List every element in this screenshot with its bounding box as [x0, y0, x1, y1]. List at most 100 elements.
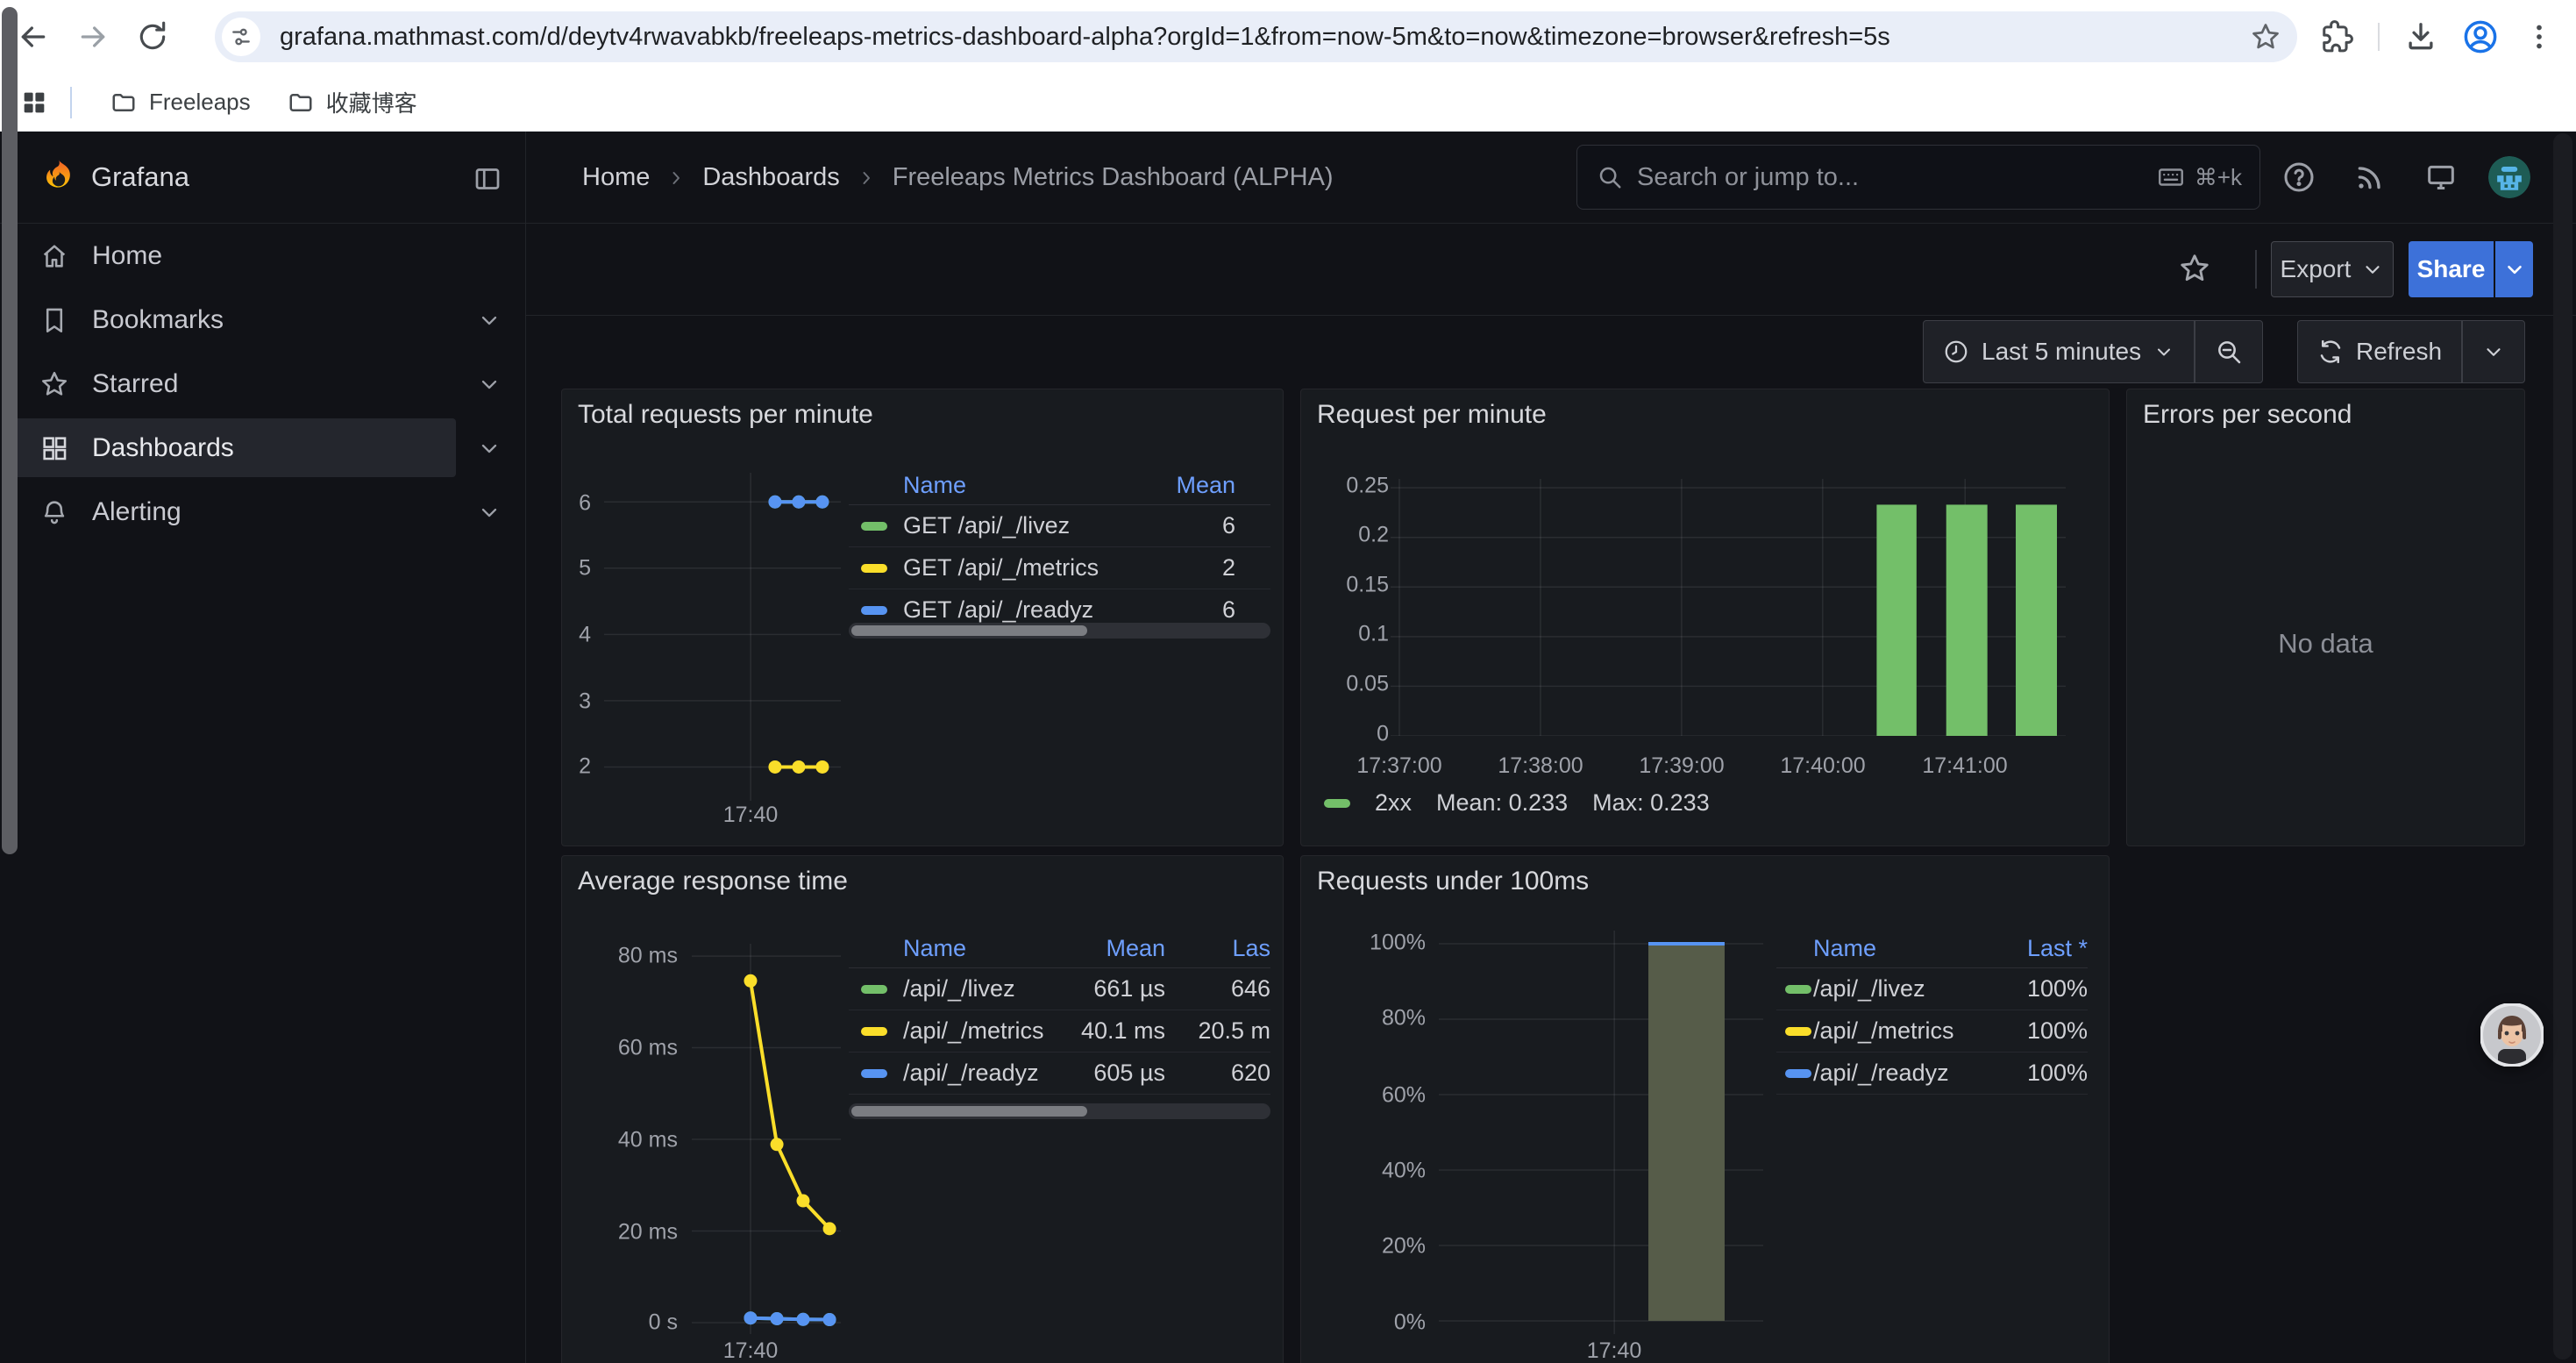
series-last: 646 — [1165, 975, 1270, 1003]
back-button[interactable] — [14, 18, 53, 56]
legend-scrollbar[interactable] — [849, 623, 1270, 639]
y-tick: 0.25 — [1301, 474, 1389, 499]
extensions-button[interactable] — [2320, 20, 2353, 54]
series-last: 100% — [1962, 1060, 2088, 1087]
legend-row[interactable]: /api/_/readyz 605 µs 620 — [849, 1053, 1270, 1095]
grafana-brand[interactable]: Grafana — [91, 161, 189, 193]
export-button[interactable]: Export — [2271, 241, 2394, 297]
panel-title[interactable]: Average response time — [578, 867, 848, 896]
dashboard-controls: Last 5 minutes Refresh — [526, 316, 2576, 389]
refresh-button[interactable]: Refresh — [2298, 321, 2461, 382]
col-mean[interactable]: Mean — [1113, 472, 1235, 499]
series-name[interactable]: /api/_/metrics — [889, 1017, 1073, 1045]
zoom-out-button[interactable] — [2195, 321, 2262, 382]
chevron-down-icon[interactable] — [477, 308, 502, 332]
chevron-down-icon[interactable] — [477, 500, 502, 525]
sidebar-item-bookmarks-button[interactable]: Bookmarks — [11, 290, 456, 349]
series-swatch — [861, 564, 887, 573]
series-name[interactable]: GET /api/_/livez — [889, 512, 1113, 539]
legend-table: Name Last * /api/_/livez 100% /api/_/met… — [1776, 930, 2088, 1095]
series-name[interactable]: /api/_/livez — [1813, 975, 1962, 1003]
share-button[interactable]: Share — [2409, 241, 2494, 297]
chevron-down-icon[interactable] — [477, 436, 502, 460]
site-settings-icon[interactable] — [222, 18, 260, 56]
legend-row[interactable]: /api/_/metrics 100% — [1776, 1010, 2088, 1053]
bookmark-folder-blogs[interactable]: 收藏博客 — [272, 82, 433, 124]
legend-row[interactable]: /api/_/livez 661 µs 646 — [849, 968, 1270, 1010]
share-menu-button[interactable] — [2495, 241, 2533, 297]
display-button[interactable] — [2423, 160, 2459, 195]
url-bar[interactable]: grafana.mathmast.com/d/deytv4rwavabkb/fr… — [215, 11, 2297, 62]
y-tick: 5 — [562, 556, 591, 582]
kebab-menu-icon — [2523, 21, 2555, 53]
search-input[interactable]: Search or jump to... ⌘+k — [1576, 145, 2260, 210]
legend-row[interactable]: /api/_/livez 100% — [1776, 968, 2088, 1010]
refresh-interval-button[interactable] — [2463, 321, 2524, 382]
browser-menu-button[interactable] — [2523, 21, 2555, 53]
grafana-header-left: Grafana — [0, 132, 526, 224]
y-tick: 0.05 — [1301, 672, 1389, 697]
breadcrumb-dashboards[interactable]: Dashboards — [702, 163, 839, 192]
dock-menu-button[interactable] — [472, 163, 503, 195]
floating-assistant-avatar[interactable] — [2480, 1003, 2544, 1067]
x-tick: 17:39:00 — [1639, 753, 1724, 779]
chevron-down-icon[interactable] — [477, 372, 502, 396]
profile-button[interactable] — [2462, 18, 2499, 55]
page-scrollbar — [2553, 133, 2572, 1359]
breadcrumb-home[interactable]: Home — [582, 163, 650, 192]
forward-button[interactable] — [74, 18, 112, 56]
col-name[interactable]: Name — [1813, 935, 1962, 962]
col-name[interactable]: Name — [889, 472, 1113, 499]
sidebar-item-home: Home — [0, 224, 525, 288]
panel-title[interactable]: Request per minute — [1317, 400, 1547, 430]
series-name[interactable]: /api/_/metrics — [1813, 1017, 1962, 1045]
series-name[interactable]: /api/_/livez — [889, 975, 1073, 1003]
legend-row[interactable]: /api/_/metrics 40.1 ms 20.5 m — [849, 1010, 1270, 1053]
series-name[interactable]: /api/_/readyz — [889, 1060, 1073, 1087]
panel-title[interactable]: Total requests per minute — [578, 400, 873, 430]
bookmark-folder-freeleaps[interactable]: Freeleaps — [95, 82, 267, 124]
legend-row[interactable]: GET /api/_/metrics 2 — [849, 547, 1270, 589]
sidebar-item-dashboards-button[interactable]: Dashboards — [11, 418, 456, 477]
legend-header: Name Mean — [849, 467, 1270, 505]
user-avatar[interactable] — [2488, 156, 2530, 198]
sidebar-item-home-button[interactable]: Home — [11, 226, 456, 285]
sidebar-item-alerting-button[interactable]: Alerting — [11, 482, 456, 541]
chevron-down-icon — [2482, 340, 2505, 363]
legend-row[interactable]: GET /api/_/livez 6 — [849, 505, 1270, 547]
reload-button[interactable] — [133, 18, 172, 56]
y-tick: 0.15 — [1301, 573, 1389, 598]
legend-row[interactable]: /api/_/readyz 100% — [1776, 1053, 2088, 1095]
panel-title[interactable]: Requests under 100ms — [1317, 867, 1589, 896]
back-icon — [16, 19, 51, 54]
sidebar-item-starred-button[interactable]: Starred — [11, 354, 456, 413]
apps-button[interactable] — [19, 88, 49, 118]
grafana-logo[interactable] — [39, 157, 79, 197]
bookmark-folder-label: 收藏博客 — [326, 86, 417, 118]
series-swatch — [1785, 1027, 1811, 1036]
time-range-label: Last 5 minutes — [1982, 338, 2141, 366]
profile-icon — [2462, 18, 2499, 55]
time-range-picker[interactable]: Last 5 minutes — [1924, 321, 2194, 382]
bookmark-star-button[interactable] — [2250, 21, 2281, 53]
col-last[interactable]: Last * — [1962, 935, 2088, 962]
legend-scrollbar[interactable] — [849, 1103, 1270, 1119]
col-mean[interactable]: Mean — [1073, 935, 1165, 962]
downloads-button[interactable] — [2404, 20, 2437, 54]
help-button[interactable] — [2281, 160, 2316, 195]
sidebar-item-dashboards: Dashboards — [0, 416, 525, 480]
series-name[interactable]: 2xx — [1375, 789, 1412, 817]
panel-total-requests-per-minute: Total requests per minute 6 5 4 3 2 17:4… — [561, 389, 1284, 846]
panel-title[interactable]: Errors per second — [2143, 400, 2352, 430]
chevron-right-icon — [665, 168, 687, 189]
series-mean: 661 µs — [1073, 975, 1165, 1003]
series-name[interactable]: GET /api/_/metrics — [889, 554, 1113, 582]
page-scrollbar-thumb[interactable] — [2, 7, 18, 854]
favorite-dashboard-button[interactable] — [2178, 252, 2211, 285]
news-button[interactable] — [2352, 160, 2387, 195]
col-name[interactable]: Name — [889, 935, 1073, 962]
series-name[interactable]: /api/_/readyz — [1813, 1060, 1962, 1087]
series-name[interactable]: GET /api/_/readyz — [889, 596, 1113, 624]
x-tick: 17:38:00 — [1498, 753, 1583, 779]
col-last[interactable]: Las — [1165, 935, 1270, 962]
